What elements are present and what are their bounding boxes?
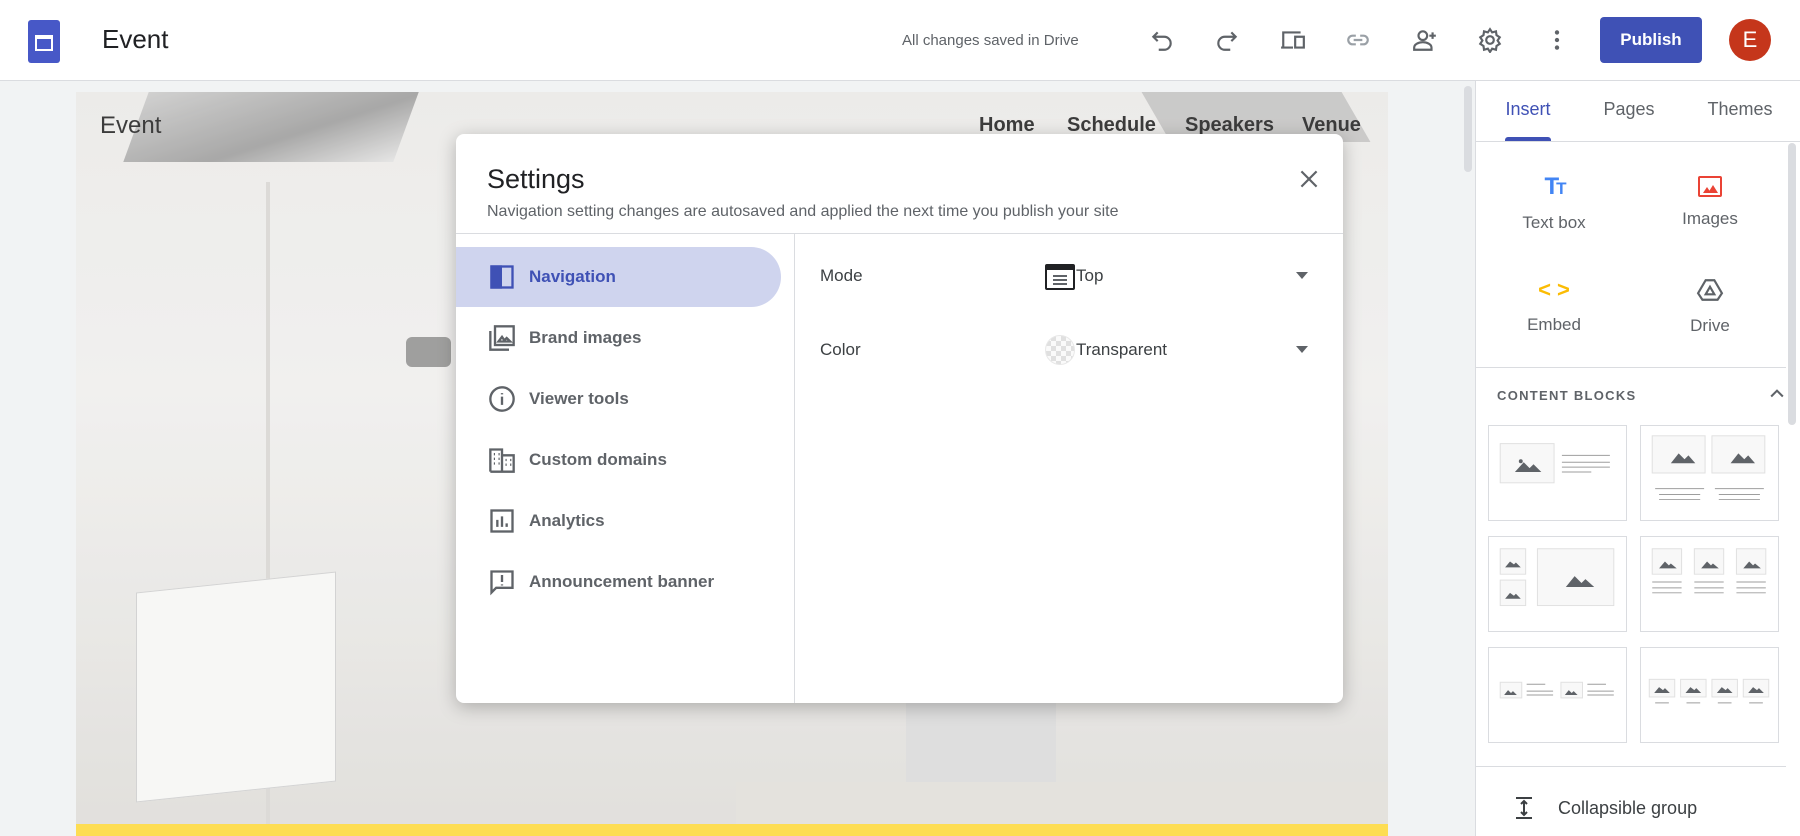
color-value: Transparent [1076,340,1168,359]
content-block-four-images[interactable] [1640,647,1779,743]
settings-nav-analytics[interactable]: Analytics [456,491,781,551]
undo-icon[interactable] [1146,24,1178,56]
collapse-chevron-icon[interactable] [1767,384,1787,409]
dialog-divider [456,233,1343,234]
domain-icon [488,446,516,474]
top-nav-mode-icon [1045,264,1075,290]
settings-nav-label: Analytics [529,511,605,530]
color-label: Color [820,340,861,359]
brand-images-icon [488,324,516,352]
insert-label: Text box [1522,213,1586,232]
save-status: All changes saved in Drive [902,32,1079,49]
tab-pages[interactable]: Pages [1603,99,1654,120]
settings-nav-announcement-banner[interactable]: Announcement banner [456,552,781,612]
settings-nav-label: Brand images [529,328,642,347]
analytics-icon [488,507,516,535]
column-divider [794,234,795,703]
preview-icon[interactable] [1277,24,1309,56]
dialog-subtitle: Navigation setting changes are autosaved… [487,203,1119,220]
info-icon [488,385,516,413]
content-blocks-title: CONTENT BLOCKS [1497,388,1637,403]
tab-themes[interactable]: Themes [1707,99,1772,120]
mode-label: Mode [820,266,863,285]
settings-nav-viewer-tools[interactable]: Viewer tools [456,369,781,429]
share-icon[interactable] [1409,24,1441,56]
insert-label: Images [1682,209,1738,228]
content-block-two-images[interactable] [1640,425,1779,521]
mode-value: Top [1076,266,1104,285]
insert-collapsible-group[interactable]: Collapsible group [1496,793,1776,827]
content-block-image-gallery[interactable] [1488,536,1627,632]
insert-label: Drive [1690,316,1730,335]
dropdown-arrow-icon [1296,272,1308,279]
sites-logo-icon[interactable] [28,20,60,63]
content-block-image-text[interactable] [1488,425,1627,521]
collapsible-group-label: Collapsible group [1558,798,1698,818]
dropdown-arrow-icon [1296,346,1308,353]
section-divider [1476,367,1786,368]
insert-embed[interactable]: < > Embed [1484,277,1624,335]
more-icon[interactable] [1541,24,1573,56]
settings-nav-custom-domains[interactable]: Custom domains [456,430,781,490]
canvas-scrollbar[interactable] [1464,86,1472,172]
text-box-icon: TT [1544,173,1566,200]
tab-insert[interactable]: Insert [1505,99,1550,120]
avatar[interactable]: E [1729,19,1771,61]
settings-nav-brand-images[interactable]: Brand images [456,308,781,368]
embed-icon: < > [1538,277,1570,302]
transparent-swatch-icon [1045,335,1075,365]
color-setting: Color Transparent [820,330,1320,370]
settings-icon[interactable] [1474,24,1506,56]
insert-label: Embed [1527,315,1581,334]
settings-nav-label: Navigation [529,267,616,286]
content-block-three-cards[interactable] [1640,536,1779,632]
settings-nav-navigation[interactable]: Navigation [456,247,781,307]
settings-nav-label: Announcement banner [529,572,715,591]
close-icon[interactable] [1296,166,1322,192]
mode-dropdown[interactable]: Top [1045,256,1315,296]
publish-button[interactable]: Publish [1600,17,1702,63]
settings-nav-label: Viewer tools [529,389,629,408]
section-divider [1476,766,1786,767]
top-bar: Event All changes saved in Drive Publish… [0,0,1800,81]
settings-nav-label: Custom domains [529,450,667,469]
color-dropdown[interactable]: Transparent [1045,330,1315,370]
document-title[interactable]: Event [102,24,169,55]
navigation-icon [488,263,516,291]
insert-text-box[interactable]: TT Text box [1484,173,1624,233]
tabs-divider [1476,141,1800,142]
insert-images[interactable]: Images [1640,173,1780,229]
drive-icon [1640,277,1780,308]
insert-drive[interactable]: Drive [1640,277,1780,336]
panel-scrollbar[interactable] [1788,143,1796,425]
settings-dialog: Settings Navigation setting changes are … [456,134,1343,703]
announcement-icon [488,568,516,596]
collapsible-group-icon [1512,795,1536,826]
link-icon[interactable] [1342,24,1374,56]
content-block-image-text-pairs[interactable] [1488,647,1627,743]
redo-icon[interactable] [1211,24,1243,56]
image-icon [1698,176,1722,197]
dialog-title: Settings [487,164,585,194]
mode-setting: Mode Top [820,256,1320,296]
insert-panel: Insert Pages Themes TT Text box Images <… [1475,81,1800,836]
